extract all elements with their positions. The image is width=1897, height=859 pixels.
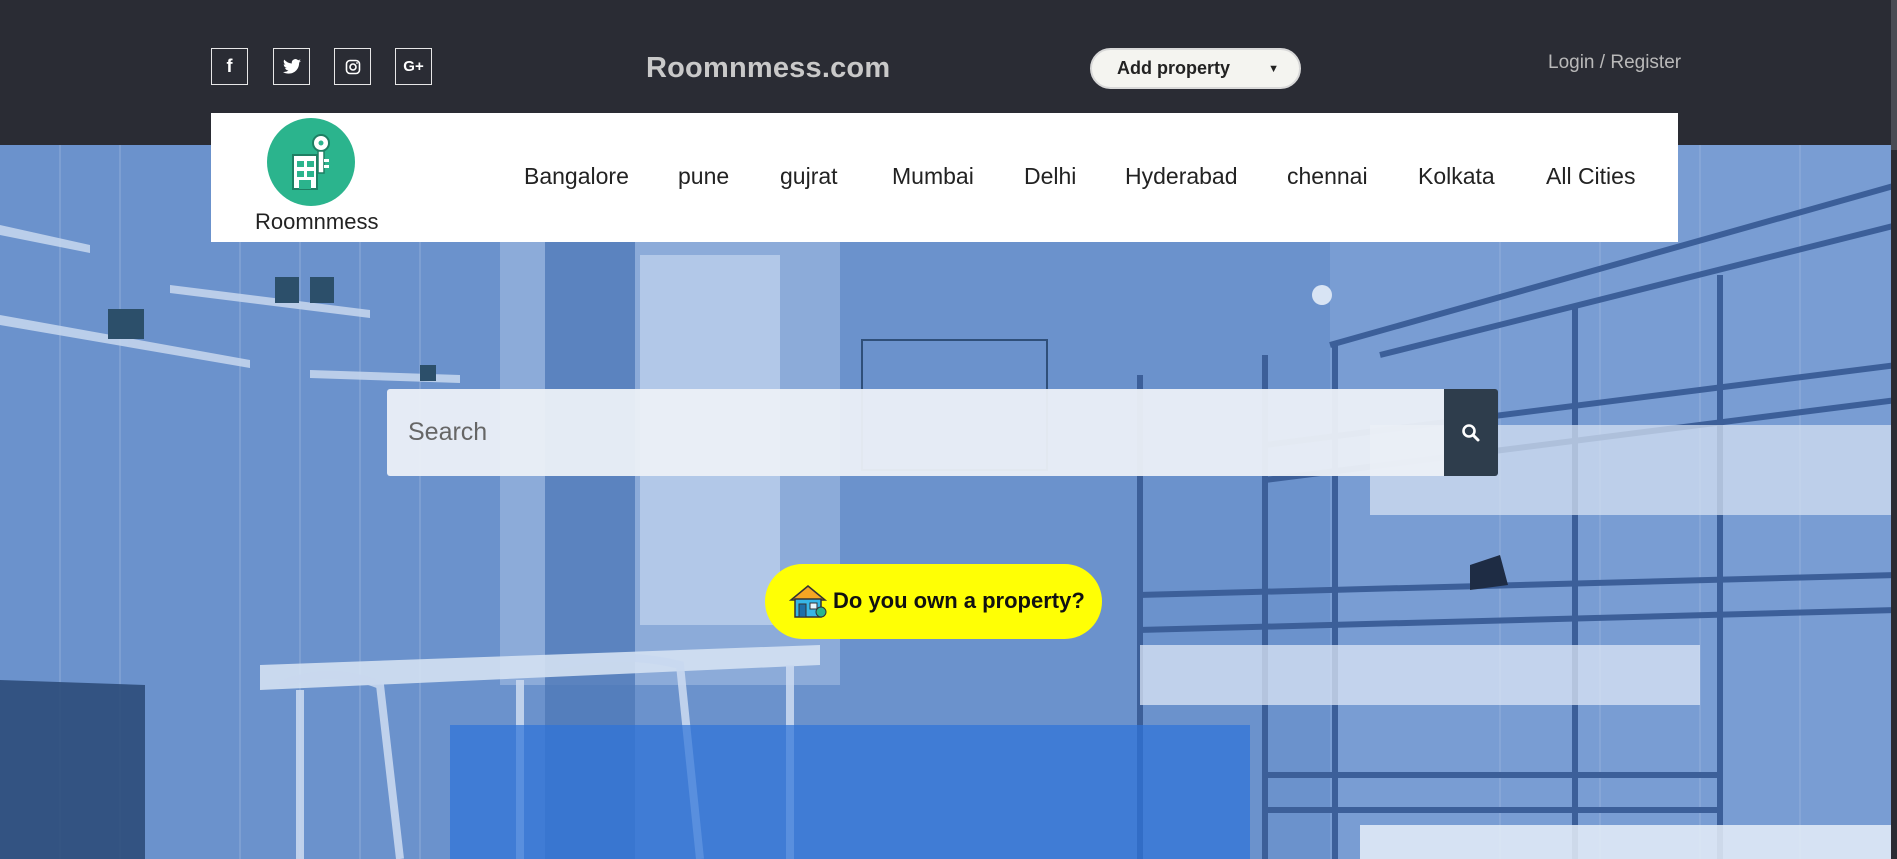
caret-down-icon: ▼ xyxy=(1268,63,1279,75)
search-button[interactable] xyxy=(1444,389,1498,476)
search-bar xyxy=(387,389,1498,476)
nav-item-delhi[interactable]: Delhi xyxy=(1024,163,1076,190)
house-icon xyxy=(789,585,827,618)
nav-item-all-cities[interactable]: All Cities xyxy=(1546,163,1635,190)
add-property-dropdown[interactable]: Add property ▼ xyxy=(1090,48,1301,89)
register-link[interactable]: Register xyxy=(1610,52,1681,73)
scrollbar-thumb[interactable] xyxy=(1891,0,1897,150)
hero-section xyxy=(0,145,1897,859)
login-link[interactable]: Login xyxy=(1548,52,1595,73)
nav-item-pune[interactable]: pune xyxy=(678,163,729,190)
nav-item-mumbai[interactable]: Mumbai xyxy=(892,163,974,190)
roomnmess-logo[interactable] xyxy=(267,118,355,206)
auth-separator: / xyxy=(1594,52,1611,73)
add-property-label: Add property xyxy=(1117,58,1231,78)
nav-item-hyderabad[interactable]: Hyderabad xyxy=(1125,163,1238,190)
facebook-icon[interactable]: f xyxy=(211,48,248,85)
cta-label: Do you own a property? xyxy=(833,588,1085,613)
city-nav-card: Roomnmess Bangalore pune gujrat Mumbai D… xyxy=(211,113,1678,242)
logo-text[interactable]: Roomnmess xyxy=(255,209,378,235)
own-property-button[interactable]: Do you own a property? xyxy=(765,564,1102,639)
twitter-icon[interactable] xyxy=(273,48,310,85)
site-brand[interactable]: Roomnmess.com xyxy=(646,52,890,85)
search-input[interactable] xyxy=(387,389,1444,476)
hero-background-image xyxy=(0,145,1897,859)
page-scrollbar[interactable] xyxy=(1891,0,1897,859)
building-key-icon xyxy=(292,134,330,190)
search-icon xyxy=(1462,423,1480,441)
instagram-icon[interactable] xyxy=(334,48,371,85)
nav-item-chennai[interactable]: chennai xyxy=(1287,163,1368,190)
google-plus-icon[interactable]: G+ xyxy=(395,48,432,85)
nav-item-kolkata[interactable]: Kolkata xyxy=(1418,163,1495,190)
nav-item-bangalore[interactable]: Bangalore xyxy=(524,163,629,190)
auth-links: Login / Register xyxy=(1548,52,1681,74)
nav-item-gujrat[interactable]: gujrat xyxy=(780,163,838,190)
